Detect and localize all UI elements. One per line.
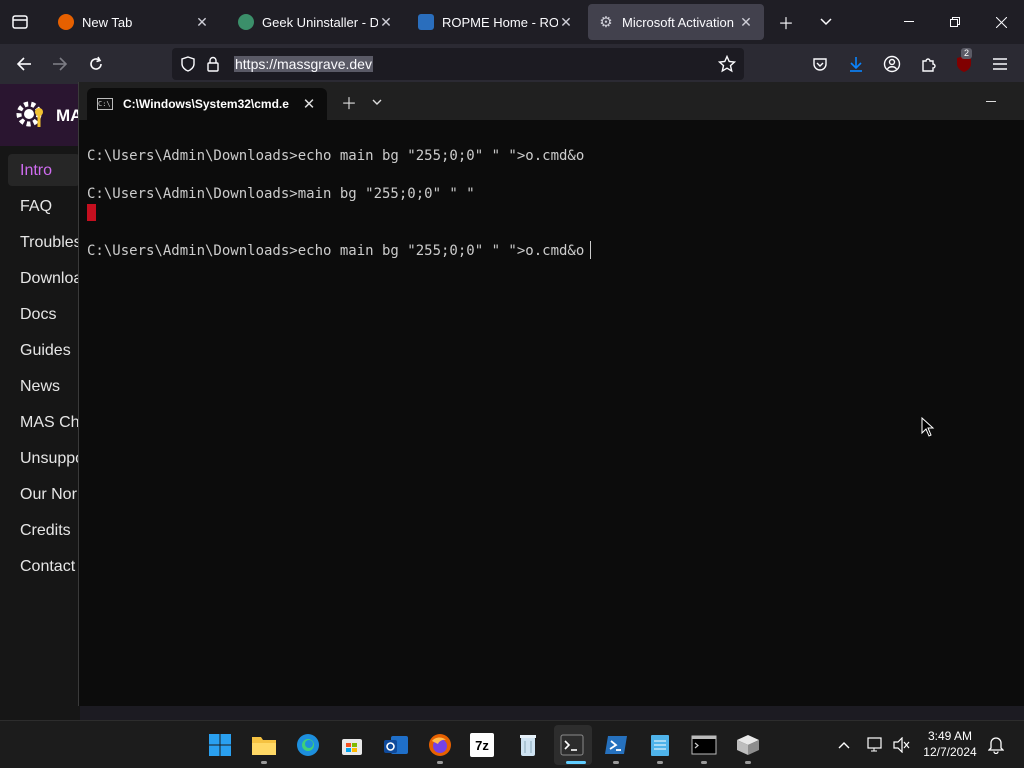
terminal-tab-title: C:\Windows\System32\cmd.e — [123, 97, 289, 111]
terminal-line: C:\Users\Admin\Downloads>echo main bg "2… — [87, 148, 585, 164]
site-nav-mas-changelog[interactable]: MAS Ch — [20, 414, 80, 432]
firefox-view-icon[interactable] — [6, 8, 34, 36]
site-nav-faq[interactable]: FAQ — [20, 198, 52, 216]
windows-taskbar: 7z 3:49 AM 12/7/2024 — [0, 720, 1024, 768]
tab-title: Geek Uninstaller - Dow — [262, 14, 378, 30]
list-tabs-chevron-icon[interactable] — [812, 8, 840, 36]
chevron-down-icon[interactable] — [365, 90, 389, 114]
cmd-icon[interactable] — [690, 731, 718, 759]
site-nav-our-non[interactable]: Our Nor — [20, 486, 77, 504]
close-icon[interactable]: ✕ — [558, 14, 574, 31]
shield-icon[interactable] — [180, 56, 196, 77]
new-tab-button[interactable]: ＋ — [772, 8, 800, 36]
site-nav-download[interactable]: Downloa — [20, 270, 80, 288]
powershell-icon[interactable] — [602, 731, 630, 759]
running-indicator — [701, 761, 707, 764]
account-icon[interactable] — [878, 50, 906, 78]
ropme-icon — [418, 14, 434, 30]
terminal-minimize-icon[interactable] — [979, 90, 1003, 114]
notepad-icon[interactable] — [646, 731, 674, 759]
store-icon[interactable] — [338, 731, 366, 759]
windows-start-icon[interactable] — [206, 731, 234, 759]
mouse-pointer-icon — [921, 416, 935, 437]
cmd-icon: C:\ — [97, 98, 113, 110]
site-nav-troubleshoot[interactable]: Troubles — [20, 234, 80, 252]
reload-icon[interactable] — [82, 50, 110, 78]
terminal-tab-cmd[interactable]: C:\ C:\Windows\System32\cmd.e ✕ — [87, 88, 327, 120]
back-arrow-icon[interactable] — [10, 50, 38, 78]
outlook-icon[interactable] — [382, 731, 410, 759]
volume-muted-icon[interactable] — [892, 735, 912, 755]
running-indicator — [437, 761, 443, 764]
close-icon[interactable]: ✕ — [738, 14, 754, 31]
tab-title: ROPME Home - ROPM — [442, 14, 558, 30]
notification-bell-icon[interactable] — [986, 735, 1006, 755]
site-header: MA — [0, 84, 80, 146]
address-bar[interactable]: https://massgrave.dev — [172, 48, 744, 80]
gear-icon: ⚙ — [599, 14, 613, 31]
terminal-cursor — [87, 204, 96, 221]
running-indicator — [745, 761, 751, 764]
menu-icon[interactable] — [986, 50, 1014, 78]
browser-tab-strip: New Tab ✕ Geek Uninstaller - Dow ✕ ROPME… — [0, 0, 1024, 44]
new-terminal-tab-button[interactable]: ＋ — [337, 90, 361, 114]
terminal-line: C:\Users\Admin\Downloads>echo main bg "2… — [87, 243, 585, 259]
tab-geek-uninstaller[interactable]: Geek Uninstaller - Dow ✕ — [228, 4, 404, 40]
text-ibeam-cursor — [590, 241, 591, 259]
restore-icon[interactable] — [932, 0, 978, 44]
site-nav-docs[interactable]: Docs — [20, 306, 56, 324]
tab-new-tab[interactable]: New Tab ✕ — [48, 4, 220, 40]
file-explorer-icon[interactable] — [250, 731, 278, 759]
site-brand: MA — [56, 106, 80, 125]
active-indicator — [566, 761, 586, 764]
extensions-icon[interactable] — [914, 50, 942, 78]
close-icon[interactable]: ✕ — [194, 14, 210, 31]
site-nav-news[interactable]: News — [20, 378, 60, 396]
recycle-bin-icon[interactable] — [514, 731, 542, 759]
edge-icon[interactable] — [294, 731, 322, 759]
clock-time: 3:49 AM — [927, 729, 973, 743]
ublock-origin-icon[interactable]: 2 — [950, 48, 978, 78]
chevron-up-icon[interactable] — [834, 735, 854, 755]
tab-ropme[interactable]: ROPME Home - ROPM ✕ — [408, 4, 584, 40]
package-icon[interactable] — [734, 731, 762, 759]
site-nav-unsupported[interactable]: Unsuppo — [20, 450, 80, 468]
close-icon[interactable]: ✕ — [378, 14, 394, 31]
notification-badge: 2 — [961, 48, 973, 59]
terminal-icon[interactable] — [558, 731, 586, 759]
clock-date: 12/7/2024 — [923, 745, 977, 759]
forward-arrow-icon[interactable] — [46, 50, 74, 78]
terminal-tab-bar: C:\ C:\Windows\System32\cmd.e ✕ ＋ — [79, 82, 1024, 120]
close-icon[interactable]: ✕ — [301, 95, 317, 113]
geek-uninstaller-icon — [238, 14, 254, 30]
site-nav-intro[interactable]: Intro — [20, 162, 52, 180]
terminal-line: C:\Users\Admin\Downloads>main bg "255;0;… — [87, 186, 475, 202]
tab-microsoft-activation[interactable]: ⚙ Microsoft Activation S ✕ — [588, 4, 764, 40]
running-indicator — [657, 761, 663, 764]
site-nav-contact[interactable]: Contact — [20, 558, 75, 576]
firefox-icon — [58, 14, 74, 30]
tab-title: New Tab — [82, 14, 133, 30]
window-close-icon[interactable] — [978, 0, 1024, 44]
system-clock[interactable]: 3:49 AM 12/7/2024 — [918, 728, 982, 760]
url-text[interactable]: https://massgrave.dev — [234, 56, 373, 72]
running-indicator — [613, 761, 619, 764]
lock-icon[interactable] — [206, 56, 220, 77]
display-network-icon[interactable] — [866, 735, 886, 755]
pocket-icon[interactable] — [806, 50, 834, 78]
downloads-icon[interactable] — [842, 50, 870, 78]
website-sidebar: MA Intro FAQ Troubles Downloa Docs Guide… — [0, 84, 80, 720]
site-nav-guides[interactable]: Guides — [20, 342, 71, 360]
browser-navigation-bar: https://massgrave.dev 2 — [0, 44, 1024, 84]
7zip-icon[interactable]: 7z — [470, 733, 494, 757]
tab-title: Microsoft Activation S — [622, 14, 738, 30]
running-indicator — [261, 761, 267, 764]
bookmark-star-icon[interactable] — [717, 54, 737, 78]
firefox-icon[interactable] — [426, 731, 454, 759]
terminal-window[interactable]: C:\ C:\Windows\System32\cmd.e ✕ ＋ C:\Use… — [78, 82, 1024, 706]
minimize-icon[interactable] — [886, 0, 932, 44]
gear-key-logo-icon — [14, 98, 48, 132]
site-nav-credits[interactable]: Credits — [20, 522, 71, 540]
